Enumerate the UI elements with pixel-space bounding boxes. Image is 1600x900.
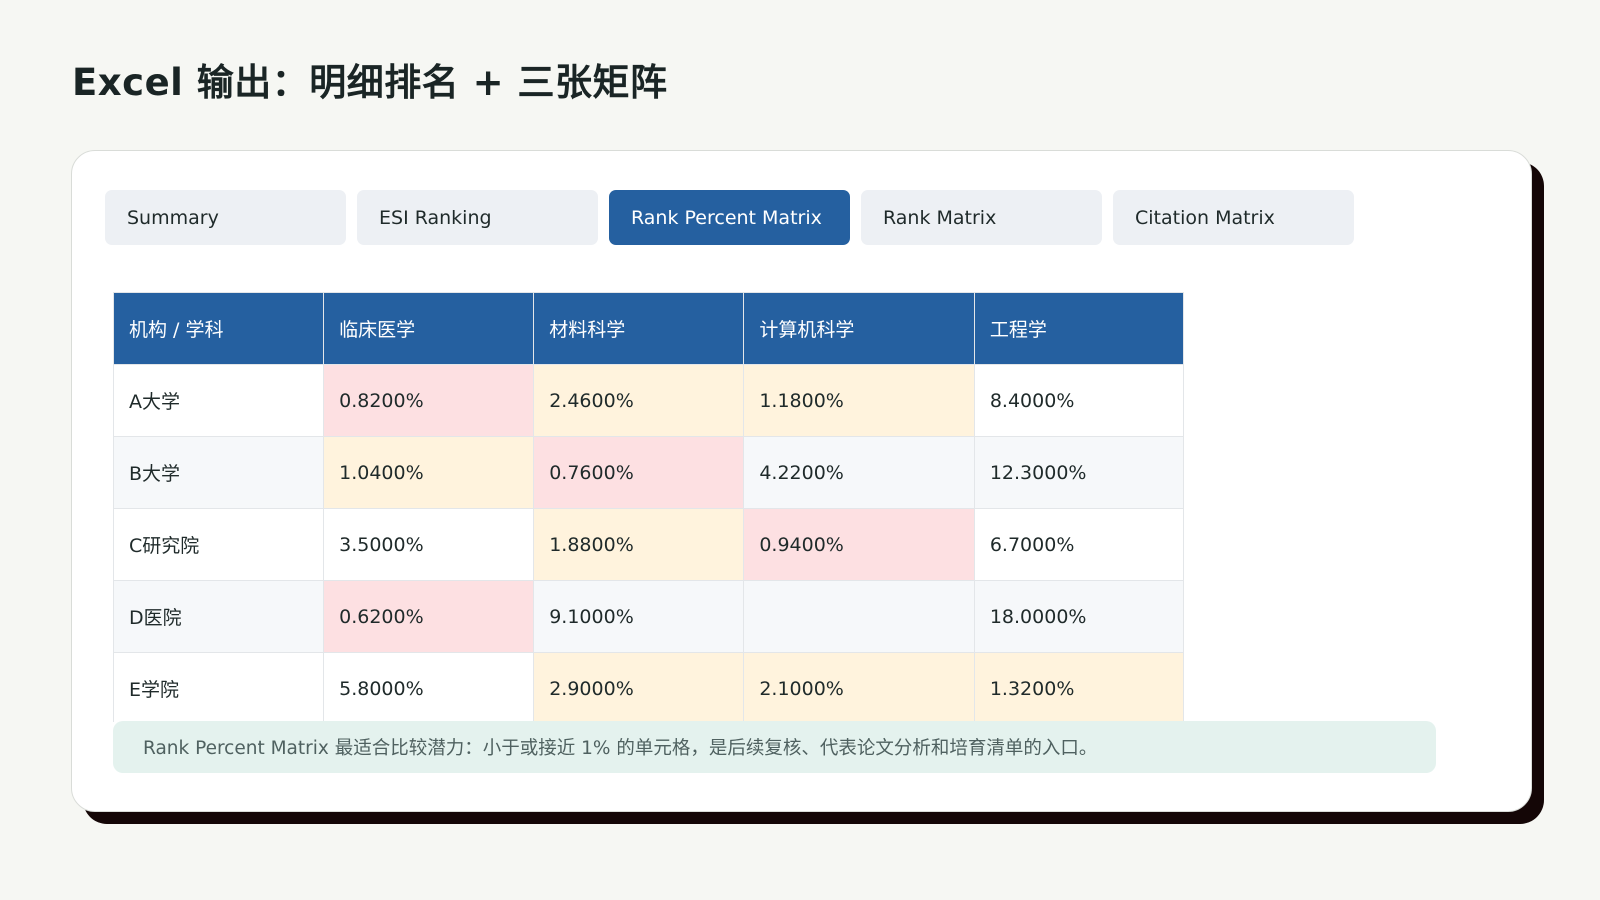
info-note: Rank Percent Matrix 最适合比较潜力：小于或接近 1% 的单元… bbox=[113, 721, 1436, 773]
table-cell[interactable]: 1.3200% bbox=[973, 652, 1184, 722]
table-cell[interactable]: 2.1000% bbox=[743, 652, 975, 722]
table-cell[interactable]: 8.4000% bbox=[973, 364, 1184, 437]
table-cell[interactable]: 12.3000% bbox=[973, 436, 1184, 509]
table-cell[interactable]: 0.8200% bbox=[323, 364, 535, 437]
excel-output-card: Summary ESI Ranking Rank Percent Matrix … bbox=[71, 150, 1532, 812]
table-row: E学院 5.8000% 2.9000% 2.1000% 1.3200% bbox=[113, 652, 1184, 722]
table-cell[interactable]: 0.9400% bbox=[743, 508, 975, 581]
table-cell[interactable]: 9.1000% bbox=[533, 580, 745, 653]
row-label[interactable]: A大学 bbox=[113, 364, 325, 437]
tab-esi-ranking[interactable]: ESI Ranking bbox=[357, 190, 598, 245]
table-cell[interactable]: 18.0000% bbox=[973, 580, 1184, 653]
sheet-tabs: Summary ESI Ranking Rank Percent Matrix … bbox=[105, 190, 1354, 245]
rank-percent-matrix-table: 机构 / 学科 临床医学 材料科学 计算机科学 工程学 A大学 0.8200% … bbox=[113, 292, 1184, 722]
table-row: C研究院 3.5000% 1.8800% 0.9400% 6.7000% bbox=[113, 508, 1184, 581]
table-cell[interactable]: 1.0400% bbox=[323, 436, 535, 509]
tab-summary[interactable]: Summary bbox=[105, 190, 346, 245]
column-header: 机构 / 学科 bbox=[113, 292, 325, 365]
table-cell[interactable]: 6.7000% bbox=[973, 508, 1184, 581]
table-cell[interactable]: 1.1800% bbox=[743, 364, 975, 437]
table-cell[interactable]: 3.5000% bbox=[323, 508, 535, 581]
matrix-table-wrapper: 机构 / 学科 临床医学 材料科学 计算机科学 工程学 A大学 0.8200% … bbox=[113, 292, 1184, 722]
table-cell[interactable]: 4.2200% bbox=[743, 436, 975, 509]
tab-rank-matrix[interactable]: Rank Matrix bbox=[861, 190, 1102, 245]
table-cell[interactable]: 0.6200% bbox=[323, 580, 535, 653]
table-row: A大学 0.8200% 2.4600% 1.1800% 8.4000% bbox=[113, 364, 1184, 437]
row-label[interactable]: E学院 bbox=[113, 652, 325, 722]
table-cell[interactable]: 0.7600% bbox=[533, 436, 745, 509]
table-cell[interactable]: 5.8000% bbox=[323, 652, 535, 722]
row-label[interactable]: D医院 bbox=[113, 580, 325, 653]
table-cell[interactable]: 2.4600% bbox=[533, 364, 745, 437]
page-title: Excel 输出：明细排名 + 三张矩阵 bbox=[72, 61, 668, 104]
column-header: 临床医学 bbox=[323, 292, 535, 365]
row-label[interactable]: B大学 bbox=[113, 436, 325, 509]
row-label[interactable]: C研究院 bbox=[113, 508, 325, 581]
column-header: 材料科学 bbox=[533, 292, 745, 365]
table-row: D医院 0.6200% 9.1000% 18.0000% bbox=[113, 580, 1184, 653]
tab-citation-matrix[interactable]: Citation Matrix bbox=[1113, 190, 1354, 245]
table-row: B大学 1.0400% 0.7600% 4.2200% 12.3000% bbox=[113, 436, 1184, 509]
column-header: 计算机科学 bbox=[743, 292, 975, 365]
tab-rank-percent-matrix[interactable]: Rank Percent Matrix bbox=[609, 190, 850, 245]
table-cell[interactable]: 1.8800% bbox=[533, 508, 745, 581]
table-cell[interactable] bbox=[743, 580, 975, 653]
table-cell[interactable]: 2.9000% bbox=[533, 652, 745, 722]
column-header: 工程学 bbox=[973, 292, 1184, 365]
table-header-row: 机构 / 学科 临床医学 材料科学 计算机科学 工程学 bbox=[113, 292, 1184, 365]
